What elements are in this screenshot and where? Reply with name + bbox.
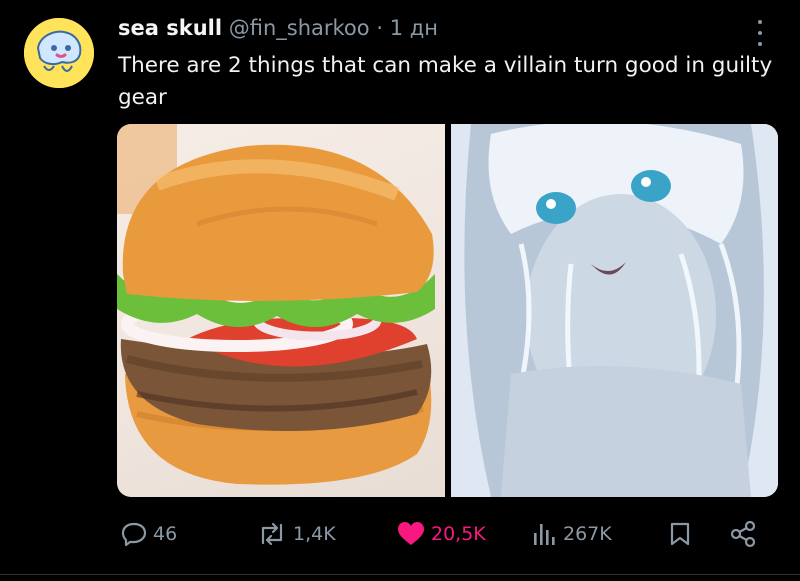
- bookmark-button[interactable]: [669, 516, 691, 552]
- bookmark-icon: [670, 522, 690, 546]
- anime-drawing: [450, 124, 778, 497]
- post-media[interactable]: [117, 124, 778, 497]
- more-icon[interactable]: [756, 20, 764, 46]
- reply-button[interactable]: 46: [121, 516, 177, 552]
- action-bar: 46 1,4K 20,5K 267K: [117, 516, 778, 552]
- avatar[interactable]: [24, 18, 94, 88]
- avatar-drawing: [24, 18, 94, 88]
- repost-count: 1,4K: [293, 523, 336, 545]
- heart-icon: [398, 522, 424, 545]
- separator-dot: ·: [376, 16, 384, 40]
- post-header: sea skull @fin_sharkoo · 1 дн: [118, 14, 438, 42]
- views-count: 267K: [563, 523, 612, 545]
- post-time[interactable]: 1 дн: [390, 16, 438, 40]
- post-text: There are 2 things that can make a villa…: [118, 53, 773, 110]
- share-icon: [730, 520, 756, 548]
- repost-button[interactable]: 1,4K: [257, 516, 336, 552]
- repost-icon: [261, 522, 283, 546]
- views-icon: [534, 524, 555, 545]
- views-button[interactable]: 267K: [531, 516, 612, 552]
- like-count: 20,5K: [431, 523, 486, 545]
- like-button[interactable]: 20,5K: [397, 516, 486, 552]
- divider: [0, 574, 800, 575]
- reply-count: 46: [153, 523, 178, 545]
- display-name[interactable]: sea skull: [118, 16, 222, 40]
- burger-image[interactable]: [117, 124, 445, 497]
- share-button[interactable]: [729, 516, 757, 552]
- user-handle[interactable]: @fin_sharkoo: [229, 16, 370, 40]
- reply-icon: [121, 522, 147, 547]
- anime-image[interactable]: [450, 124, 778, 497]
- burger-drawing: [117, 124, 435, 485]
